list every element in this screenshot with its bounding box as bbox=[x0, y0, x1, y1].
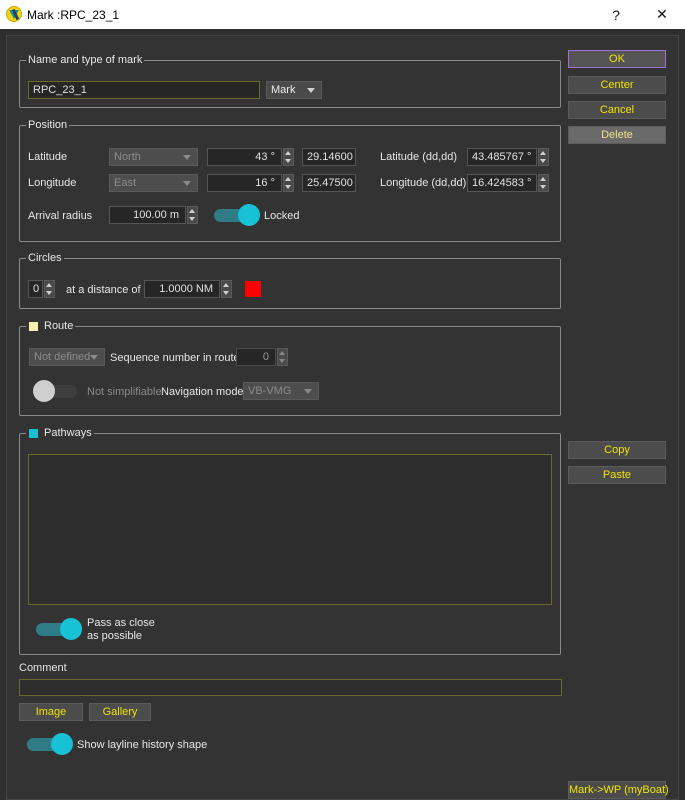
gallery-button[interactable]: Gallery bbox=[89, 703, 151, 721]
circles-distance-label: at a distance of bbox=[66, 284, 141, 296]
name-type-group-title: Name and type of mark bbox=[26, 54, 145, 66]
chevron-down-icon bbox=[307, 88, 315, 93]
paste-button[interactable]: Paste bbox=[568, 466, 666, 484]
latitude-dd-input[interactable]: 43.485767 ° bbox=[467, 148, 537, 166]
layline-toggle-knob bbox=[51, 733, 73, 755]
app-logo-icon bbox=[6, 6, 22, 22]
longitude-hemisphere-select[interactable]: East bbox=[109, 174, 198, 192]
navigation-mode-value: VB-VMG bbox=[248, 385, 292, 397]
circles-distance-spinner[interactable] bbox=[221, 280, 232, 298]
pathways-checkbox[interactable] bbox=[29, 428, 38, 438]
copy-button[interactable]: Copy bbox=[568, 441, 666, 459]
longitude-minutes-input[interactable]: 25.47500 ' bbox=[302, 174, 356, 192]
latitude-degrees-spinner[interactable] bbox=[283, 148, 294, 166]
route-group: Route Not defined Sequence number in rou… bbox=[19, 320, 561, 416]
close-button[interactable]: ✕ bbox=[639, 0, 685, 29]
cancel-button[interactable]: Cancel bbox=[568, 101, 666, 119]
longitude-dd-input[interactable]: 16.424583 ° bbox=[467, 174, 537, 192]
position-group-title: Position bbox=[26, 119, 70, 131]
circles-count-input[interactable]: 0 bbox=[28, 280, 43, 298]
longitude-dd-label: Longitude (dd,dd) bbox=[380, 177, 467, 189]
mark-type-select-value: Mark bbox=[271, 84, 296, 96]
chevron-down-icon bbox=[90, 355, 98, 360]
pathways-group-title: Pathways bbox=[26, 427, 94, 439]
simplifiable-toggle-knob bbox=[33, 380, 55, 402]
pathways-title-label: Pathways bbox=[44, 427, 92, 439]
layline-history-label: Show layline history shape bbox=[77, 739, 208, 751]
position-group: Position Latitude North 43 ° 29.14600 ' … bbox=[19, 119, 561, 242]
longitude-label: Longitude bbox=[28, 177, 77, 189]
window-title: Mark :RPC_23_1 bbox=[27, 8, 120, 22]
route-select[interactable]: Not defined bbox=[29, 348, 105, 366]
delete-button[interactable]: Delete bbox=[568, 126, 666, 144]
chevron-down-icon bbox=[183, 181, 191, 186]
latitude-hemisphere-select[interactable]: North bbox=[109, 148, 198, 166]
route-checkbox[interactable] bbox=[29, 321, 38, 331]
circles-group-title: Circles bbox=[26, 252, 64, 264]
arrival-radius-label: Arrival radius bbox=[28, 210, 93, 222]
pass-close-label-line2: as possible bbox=[87, 630, 143, 642]
locked-label: Locked bbox=[264, 210, 300, 222]
longitude-degrees-input[interactable]: 16 ° bbox=[207, 174, 282, 192]
name-type-group: Name and type of mark RPC_23_1 Mark bbox=[19, 54, 561, 108]
latitude-minutes-input[interactable]: 29.14600 ' bbox=[302, 148, 356, 166]
longitude-degrees-spinner[interactable] bbox=[283, 174, 294, 192]
help-button[interactable]: ? bbox=[593, 0, 639, 29]
mark-dialog: Name and type of mark RPC_23_1 Mark Posi… bbox=[6, 35, 679, 800]
navigation-mode-select[interactable]: VB-VMG bbox=[243, 382, 319, 400]
circles-distance-input[interactable]: 1.0000 NM bbox=[144, 280, 220, 298]
comment-label: Comment bbox=[19, 662, 67, 674]
latitude-dd-spinner[interactable] bbox=[538, 148, 549, 166]
circles-group: Circles 0 at a distance of 1.0000 NM bbox=[19, 252, 561, 309]
pathways-list[interactable] bbox=[28, 454, 552, 605]
ok-button[interactable]: OK bbox=[568, 50, 666, 68]
latitude-dd-label: Latitude (dd,dd) bbox=[380, 151, 458, 163]
circles-count-spinner[interactable] bbox=[44, 280, 55, 298]
simplifiable-toggle[interactable] bbox=[33, 380, 81, 402]
chevron-down-icon bbox=[183, 155, 191, 160]
center-button[interactable]: Center bbox=[568, 76, 666, 94]
latitude-degrees-input[interactable]: 43 ° bbox=[207, 148, 282, 166]
comment-input[interactable] bbox=[19, 679, 562, 696]
pass-close-label-line1: Pass as close bbox=[87, 617, 155, 629]
mark-to-waypoint-button[interactable]: Mark->WP (myBoat) bbox=[568, 781, 669, 799]
image-button[interactable]: Image bbox=[19, 703, 83, 721]
pass-close-toggle-knob bbox=[60, 618, 82, 640]
route-group-title: Route bbox=[26, 320, 76, 332]
latitude-label: Latitude bbox=[28, 151, 68, 163]
navigation-mode-label: Navigation mode bbox=[161, 386, 244, 398]
pass-close-toggle[interactable] bbox=[36, 618, 84, 640]
chevron-down-icon bbox=[304, 389, 312, 394]
arrival-radius-input[interactable]: 100.00 m bbox=[109, 206, 186, 224]
sequence-number-label: Sequence number in route bbox=[110, 352, 240, 364]
pathways-group: Pathways Pass as close as possible bbox=[19, 427, 561, 655]
route-select-value: Not defined bbox=[34, 351, 91, 363]
layline-history-toggle[interactable] bbox=[27, 733, 75, 755]
route-title-label: Route bbox=[44, 320, 74, 332]
locked-toggle-knob bbox=[238, 204, 260, 226]
sequence-number-spinner[interactable] bbox=[277, 348, 288, 366]
latitude-hemisphere-value: North bbox=[114, 151, 141, 163]
title-bar: Mark :RPC_23_1 ? ✕ bbox=[0, 0, 685, 29]
mark-name-input[interactable]: RPC_23_1 bbox=[28, 81, 260, 99]
sequence-number-input[interactable]: 0 bbox=[236, 348, 276, 366]
mark-type-select[interactable]: Mark bbox=[266, 81, 322, 99]
simplifiable-label: Not simplifiable bbox=[87, 386, 162, 398]
longitude-dd-spinner[interactable] bbox=[538, 174, 549, 192]
circle-color-swatch[interactable] bbox=[245, 281, 261, 297]
arrival-radius-spinner[interactable] bbox=[187, 206, 198, 224]
longitude-hemisphere-value: East bbox=[114, 177, 137, 189]
locked-toggle[interactable] bbox=[214, 204, 262, 226]
